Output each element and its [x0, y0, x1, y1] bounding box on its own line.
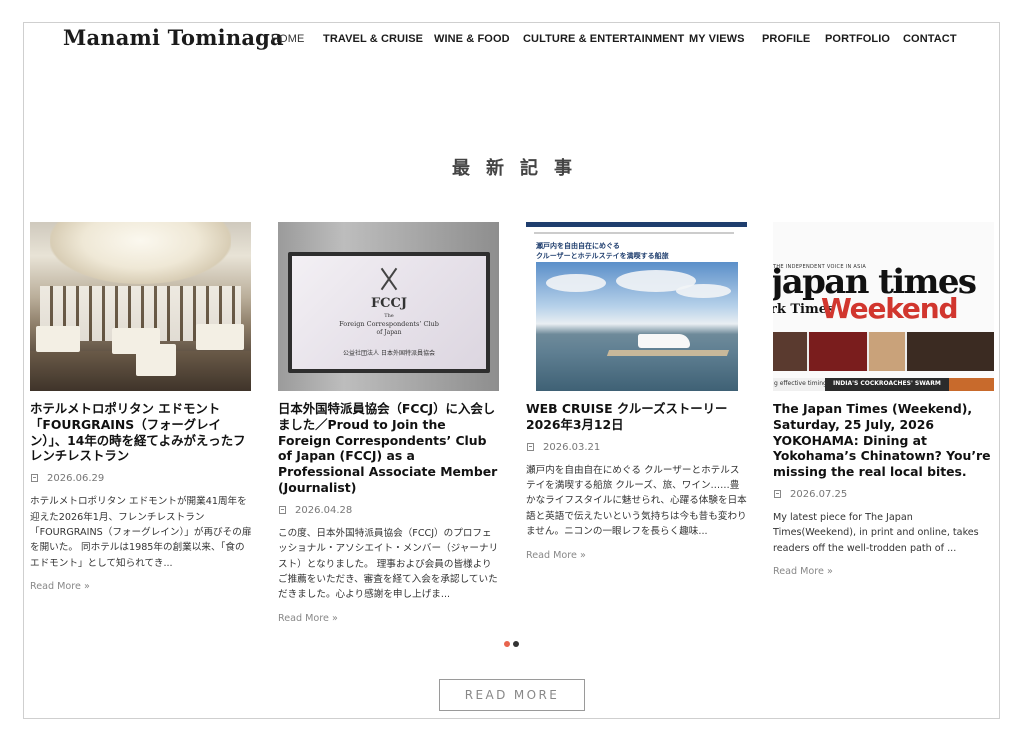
carousel-dot-active[interactable]	[504, 641, 510, 647]
post-title[interactable]: ホテルメトロポリタン エドモント「FOURGRAINS（フォーグレイン）」、14…	[30, 401, 252, 464]
nav-my-views[interactable]: MY VIEWS	[689, 33, 745, 45]
nav-portfolio[interactable]: PORTFOLIO	[825, 33, 890, 45]
nav-travel-cruise[interactable]: TRAVEL & CRUISE	[323, 33, 423, 45]
post-excerpt: この度、日本外国特派員協会（FCCJ）のプロフェッショナル・アソシエイト・メンバ…	[278, 527, 499, 601]
post-card: 瀬戸内を自由自在にめぐる クルーザーとホテルステイを満喫する船旅 WEB CRU…	[526, 222, 748, 561]
calendar-icon	[31, 474, 38, 483]
post-date: 2026.04.28	[278, 504, 500, 518]
post-card: FCCJ The Foreign Correspondents’ Club of…	[278, 222, 500, 624]
post-title[interactable]: The Japan Times (Weekend), Saturday, 25 …	[773, 401, 995, 480]
calendar-icon	[527, 442, 534, 451]
section-title: 最新記事	[452, 158, 588, 179]
post-excerpt: 瀬戸内を自由自在にめぐる クルーザーとホテルステイを満喫する船旅 クルーズ、旅、…	[526, 464, 747, 538]
main-nav: HOME TRAVEL & CRUISE WINE & FOOD CULTURE…	[0, 33, 1024, 47]
nav-contact[interactable]: CONTACT	[903, 33, 957, 45]
post-title[interactable]: WEB CRUISE クルーズストーリー 2026年3月12日	[526, 401, 748, 433]
post-date: 2026.03.21	[526, 441, 748, 455]
post-excerpt: ホテルメトロポリタン エドモントが開業41周年を迎えた2026年1月、フレンチレ…	[30, 496, 252, 569]
post-title[interactable]: 日本外国特派員協会（FCCJ）に入会しました／Proud to Join the…	[278, 401, 500, 496]
newspaper-photo[interactable]: THE INDEPENDENT VOICE IN ASIA japan time…	[773, 222, 994, 391]
read-more-link[interactable]: Read More »	[30, 581, 252, 592]
read-more-link[interactable]: Read More »	[773, 566, 995, 577]
cruise-page-photo[interactable]: 瀬戸内を自由自在にめぐる クルーザーとホテルステイを満喫する船旅	[526, 222, 747, 391]
read-more-link[interactable]: Read More »	[526, 550, 748, 561]
carousel-dot[interactable]	[513, 641, 519, 647]
crossed-pens-icon	[377, 266, 401, 290]
nav-profile[interactable]: PROFILE	[762, 33, 810, 45]
post-excerpt: My latest piece for The Japan Times(Week…	[773, 511, 979, 554]
nav-culture-entertainment[interactable]: CULTURE & ENTERTAINMENT	[523, 33, 684, 45]
nav-wine-food[interactable]: WINE & FOOD	[434, 33, 510, 45]
post-date: 2026.07.25	[773, 488, 995, 502]
read-more-button[interactable]: READ MORE	[439, 679, 585, 711]
post-card: THE INDEPENDENT VOICE IN ASIA japan time…	[773, 222, 995, 577]
read-more-link[interactable]: Read More »	[278, 613, 500, 624]
restaurant-photo[interactable]	[30, 222, 251, 391]
nav-home[interactable]: HOME	[271, 33, 304, 45]
yacht	[638, 334, 690, 348]
calendar-icon	[279, 505, 286, 514]
post-card: ホテルメトロポリタン エドモント「FOURGRAINS（フォーグレイン）」、14…	[30, 222, 252, 592]
post-date: 2026.06.29	[30, 472, 252, 486]
calendar-icon	[774, 489, 781, 498]
fccj-plaque-photo[interactable]: FCCJ The Foreign Correspondents’ Club of…	[278, 222, 499, 391]
